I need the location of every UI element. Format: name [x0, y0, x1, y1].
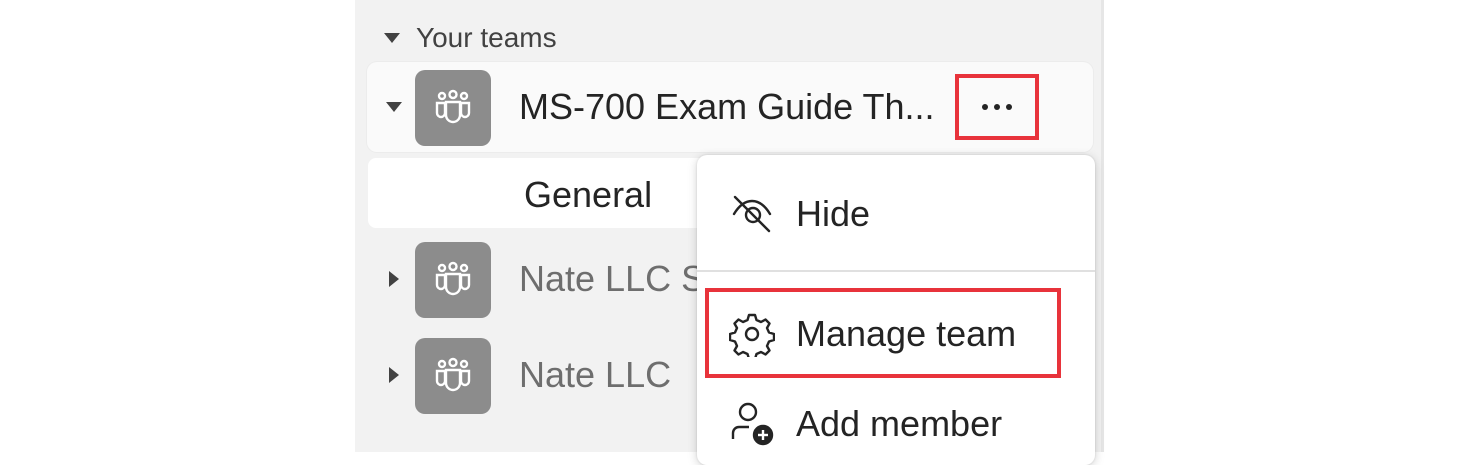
more-icon-dot: [994, 104, 1000, 110]
chevron-right-icon[interactable]: [389, 271, 399, 287]
teams-icon: [435, 261, 471, 296]
section-label: Your teams: [416, 22, 557, 53]
team-avatar: [415, 242, 491, 318]
add-person-icon: [731, 402, 774, 446]
chevron-right-icon[interactable]: [389, 367, 399, 383]
menu-item-add-member[interactable]: Add member: [697, 384, 1095, 464]
channel-name: General: [524, 174, 653, 215]
chevron-down-icon[interactable]: [386, 102, 402, 112]
teams-icon: [435, 89, 471, 124]
eye-off-icon: [732, 195, 772, 233]
menu-divider: [697, 270, 1095, 272]
team-name: Nate LLC S: [519, 258, 706, 299]
chevron-down-icon: [384, 33, 400, 43]
teams-icon: [435, 357, 471, 392]
panel-divider: [1101, 0, 1104, 452]
more-icon: [982, 104, 988, 110]
team-avatar: [415, 338, 491, 414]
menu-item-hide[interactable]: Hide: [697, 174, 1095, 254]
team-name: Nate LLC: [519, 354, 672, 395]
more-options-button[interactable]: [955, 74, 1039, 140]
menu-label: Add member: [796, 403, 1003, 444]
your-teams-header[interactable]: Your teams: [384, 18, 557, 58]
team-name: MS-700 Exam Guide Th...: [519, 86, 935, 127]
team-row-ms700[interactable]: MS-700 Exam Guide Th...: [367, 62, 1093, 152]
manage-team-highlight: [705, 288, 1061, 378]
team-avatar: [415, 70, 491, 146]
menu-label: Hide: [796, 193, 871, 234]
more-icon-dot: [1006, 104, 1012, 110]
channel-row-general[interactable]: General: [368, 158, 708, 228]
